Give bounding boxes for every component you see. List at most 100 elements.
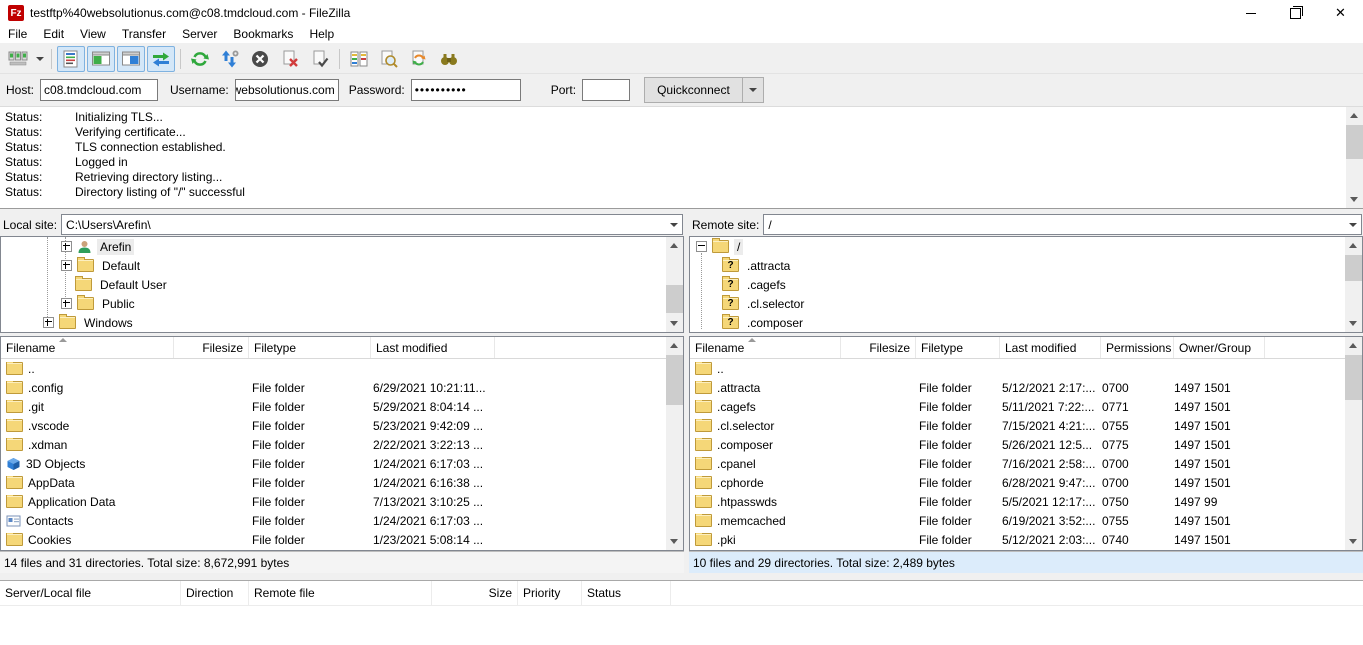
close-button[interactable]: ✕ bbox=[1318, 0, 1363, 26]
remote-tree-scrollbar[interactable] bbox=[1345, 237, 1362, 332]
column-last-modified[interactable]: Last modified bbox=[371, 337, 495, 358]
directory-comparison-button[interactable] bbox=[345, 46, 373, 72]
file-row[interactable]: .configFile folder6/29/2021 10:21:11... bbox=[1, 378, 683, 397]
column-filesize[interactable]: Filesize bbox=[174, 337, 249, 358]
file-row[interactable]: 3D ObjectsFile folder1/24/2021 6:17:03 .… bbox=[1, 454, 683, 473]
scrollbar-thumb[interactable] bbox=[666, 285, 683, 313]
scroll-up-icon[interactable] bbox=[1345, 237, 1362, 254]
file-row[interactable]: .gitFile folder5/29/2021 8:04:14 ... bbox=[1, 397, 683, 416]
quickconnect-button[interactable]: Quickconnect bbox=[644, 77, 743, 103]
remote-list-scrollbar[interactable] bbox=[1345, 337, 1362, 550]
file-row[interactable]: Application DataFile folder7/13/2021 3:1… bbox=[1, 492, 683, 511]
scrollbar-thumb[interactable] bbox=[1346, 125, 1363, 159]
toggle-message-log-button[interactable] bbox=[57, 46, 85, 72]
password-input[interactable]: •••••••••• bbox=[411, 79, 521, 101]
port-input[interactable] bbox=[582, 79, 630, 101]
file-row[interactable]: .memcachedFile folder6/19/2021 3:52:...0… bbox=[690, 511, 1362, 530]
expand-icon[interactable] bbox=[43, 317, 54, 328]
host-input[interactable]: c08.tmdcloud.com bbox=[40, 79, 158, 101]
file-row[interactable]: CookiesFile folder1/23/2021 5:08:14 ... bbox=[1, 530, 683, 549]
synchronized-browsing-button[interactable] bbox=[405, 46, 433, 72]
disconnect-button[interactable] bbox=[276, 46, 304, 72]
restore-button[interactable] bbox=[1273, 0, 1318, 26]
minimize-button[interactable] bbox=[1228, 0, 1273, 26]
column-last-modified[interactable]: Last modified bbox=[1000, 337, 1101, 358]
column-filetype[interactable]: Filetype bbox=[249, 337, 371, 358]
remote-site-combobox[interactable]: / bbox=[763, 214, 1362, 235]
file-row[interactable]: .cagefsFile folder5/11/2021 7:22:...0771… bbox=[690, 397, 1362, 416]
tree-item-cl-selector[interactable]: ? .cl.selector bbox=[690, 294, 1362, 313]
column-priority[interactable]: Priority bbox=[518, 581, 582, 605]
menu-file[interactable]: File bbox=[0, 26, 35, 43]
scrollbar-thumb[interactable] bbox=[1345, 355, 1362, 400]
scroll-up-icon[interactable] bbox=[1345, 337, 1362, 354]
tree-item-windows[interactable]: Windows bbox=[1, 313, 683, 332]
filename-filters-button[interactable] bbox=[375, 46, 403, 72]
file-row[interactable]: .cpanelFile folder7/16/2021 2:58:...0700… bbox=[690, 454, 1362, 473]
column-status[interactable]: Status bbox=[582, 581, 671, 605]
column-filetype[interactable]: Filetype bbox=[916, 337, 1000, 358]
scroll-up-icon[interactable] bbox=[666, 237, 683, 254]
scrollbar-thumb[interactable] bbox=[666, 355, 683, 405]
reconnect-button[interactable] bbox=[306, 46, 334, 72]
column-server-local-file[interactable]: Server/Local file bbox=[0, 581, 181, 605]
tree-item-default[interactable]: Default bbox=[1, 256, 683, 275]
cancel-operation-button[interactable] bbox=[246, 46, 274, 72]
tree-item-arefin[interactable]: Arefin bbox=[1, 237, 683, 256]
transfer-queue-body[interactable] bbox=[0, 606, 1363, 645]
menu-view[interactable]: View bbox=[72, 26, 114, 43]
toggle-local-pane-button[interactable] bbox=[87, 46, 115, 72]
scroll-up-icon[interactable] bbox=[1346, 107, 1363, 124]
file-row[interactable]: AppDataFile folder1/24/2021 6:16:38 ... bbox=[1, 473, 683, 492]
file-row[interactable]: .xdmanFile folder2/22/2021 3:22:13 ... bbox=[1, 435, 683, 454]
file-row[interactable]: .cl.selectorFile folder7/15/2021 4:21:..… bbox=[690, 416, 1362, 435]
chevron-down-icon[interactable] bbox=[666, 223, 682, 227]
menu-bookmarks[interactable]: Bookmarks bbox=[225, 26, 301, 43]
process-queue-button[interactable] bbox=[216, 46, 244, 72]
file-row[interactable]: .htpasswdsFile folder5/5/2021 12:17:...0… bbox=[690, 492, 1362, 511]
menu-help[interactable]: Help bbox=[301, 26, 342, 43]
local-site-combobox[interactable]: C:\Users\Arefin\ bbox=[61, 214, 683, 235]
scroll-down-icon[interactable] bbox=[1345, 315, 1362, 332]
scroll-down-icon[interactable] bbox=[1346, 191, 1363, 208]
quickconnect-dropdown[interactable] bbox=[743, 77, 764, 103]
site-manager-dropdown[interactable] bbox=[33, 47, 47, 71]
tree-item-default-user[interactable]: Default User bbox=[1, 275, 683, 294]
username-input[interactable]: websolutionus.com bbox=[235, 79, 339, 101]
expand-icon[interactable] bbox=[61, 260, 72, 271]
scrollbar-thumb[interactable] bbox=[1345, 255, 1362, 281]
chevron-down-icon[interactable] bbox=[1345, 223, 1361, 227]
refresh-button[interactable] bbox=[186, 46, 214, 72]
column-direction[interactable]: Direction bbox=[181, 581, 249, 605]
site-manager-button[interactable] bbox=[4, 46, 32, 72]
column-remote-file[interactable]: Remote file bbox=[249, 581, 432, 605]
menu-edit[interactable]: Edit bbox=[35, 26, 72, 43]
scroll-down-icon[interactable] bbox=[666, 315, 683, 332]
expand-icon[interactable] bbox=[61, 298, 72, 309]
file-row[interactable]: .vscodeFile folder5/23/2021 9:42:09 ... bbox=[1, 416, 683, 435]
find-files-button[interactable] bbox=[435, 46, 463, 72]
file-row[interactable]: .. bbox=[690, 359, 1362, 378]
tree-item-cagefs[interactable]: ? .cagefs bbox=[690, 275, 1362, 294]
file-row[interactable]: .. bbox=[1, 359, 683, 378]
local-list-scrollbar[interactable] bbox=[666, 337, 683, 550]
column-owner-group[interactable]: Owner/Group bbox=[1174, 337, 1265, 358]
column-filename[interactable]: Filename bbox=[1, 337, 174, 358]
menu-server[interactable]: Server bbox=[174, 26, 225, 43]
tree-item-attracta[interactable]: ? .attracta bbox=[690, 256, 1362, 275]
menu-transfer[interactable]: Transfer bbox=[114, 26, 174, 43]
toggle-remote-pane-button[interactable] bbox=[117, 46, 145, 72]
expand-icon[interactable] bbox=[61, 241, 72, 252]
tree-item-public[interactable]: Public bbox=[1, 294, 683, 313]
file-row[interactable]: .composerFile folder5/26/2021 12:5...077… bbox=[690, 435, 1362, 454]
column-size[interactable]: Size bbox=[432, 581, 518, 605]
file-row[interactable]: .pkiFile folder5/12/2021 2:03:...0740149… bbox=[690, 530, 1362, 549]
horizontal-splitter[interactable] bbox=[0, 573, 1363, 581]
tree-item-composer[interactable]: ? .composer bbox=[690, 313, 1362, 332]
column-permissions[interactable]: Permissions bbox=[1101, 337, 1174, 358]
scroll-down-icon[interactable] bbox=[666, 533, 683, 550]
toggle-transfer-queue-button[interactable] bbox=[147, 46, 175, 72]
file-row[interactable]: ContactsFile folder1/24/2021 6:17:03 ... bbox=[1, 511, 683, 530]
file-row[interactable]: .attractaFile folder5/12/2021 2:17:...07… bbox=[690, 378, 1362, 397]
column-filename[interactable]: Filename bbox=[690, 337, 841, 358]
